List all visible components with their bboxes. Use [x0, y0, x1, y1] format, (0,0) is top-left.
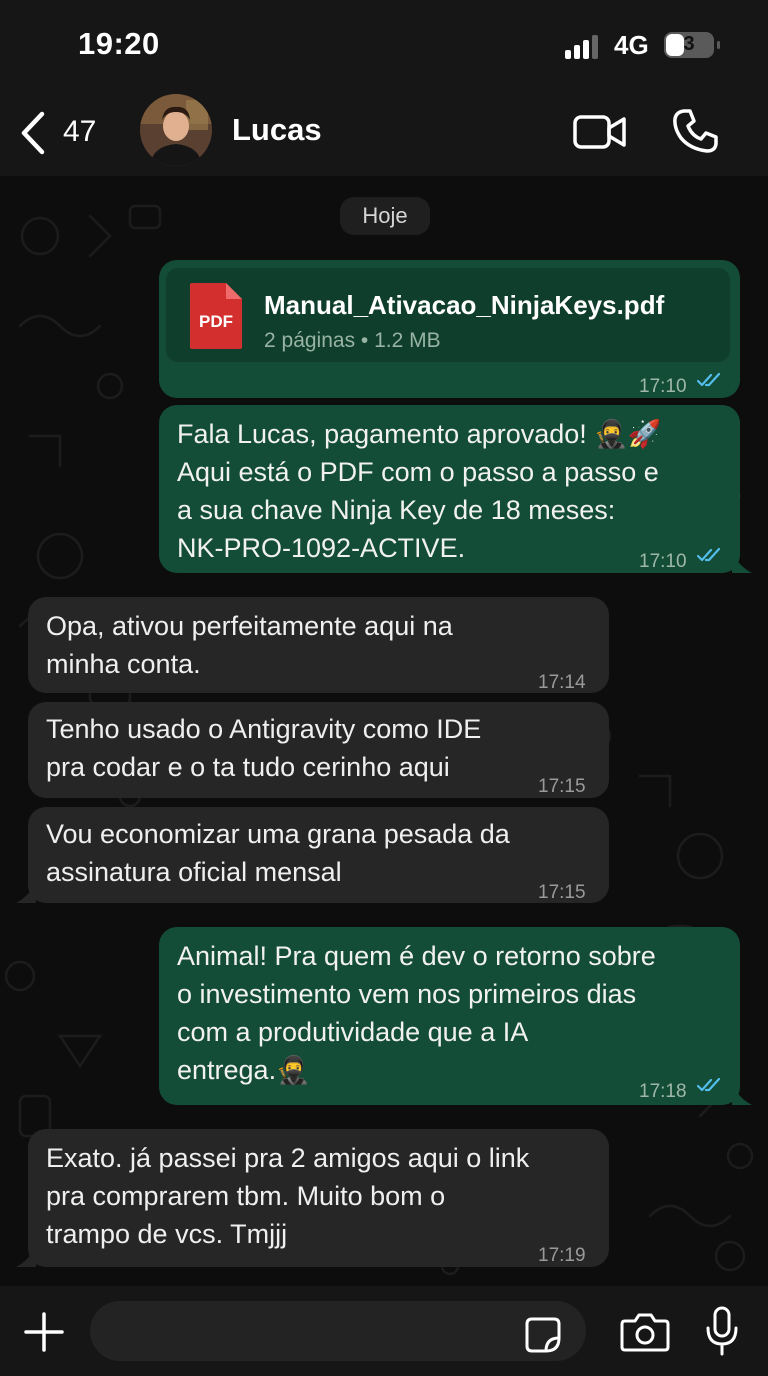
avatar[interactable] [140, 94, 212, 166]
read-receipt-icon [697, 547, 721, 562]
sticker-button[interactable] [524, 1316, 562, 1354]
status-bar: 19:20 4G 3 [0, 0, 768, 90]
camera-icon [620, 1313, 670, 1352]
message-time: 17:19 [538, 1245, 586, 1266]
read-receipt-icon [697, 372, 721, 387]
battery-icon: 3 [664, 32, 720, 58]
unread-count: 47 [63, 115, 97, 148]
bubble-tail [732, 1085, 752, 1105]
pdf-icon-label: PDF [199, 312, 233, 331]
file-name: Manual_Ativacao_NinjaKeys.pdf [264, 290, 665, 320]
sticker-icon [525, 1317, 561, 1353]
message-time: 17:18 [639, 1081, 687, 1102]
message-input[interactable] [90, 1301, 586, 1361]
voice-call-button[interactable] [670, 106, 720, 156]
camera-button[interactable] [620, 1311, 670, 1353]
microphone-icon [706, 1306, 738, 1356]
file-info: 2 páginas • 1.2 MB [264, 329, 441, 352]
signal-icon [565, 33, 603, 59]
message-text: Opa, ativou perfeitamente aqui na minha … [46, 611, 453, 679]
bubble-tail [16, 1247, 36, 1267]
date-chip: Hoje [340, 197, 430, 235]
message-bubble-outgoing[interactable]: Fala Lucas, pagamento aprovado! 🥷🚀 Aqui … [159, 405, 740, 573]
pdf-attachment[interactable]: PDF Manual_Ativacao_NinjaKeys.pdf 2 pági… [166, 268, 730, 362]
message-text: Tenho usado o Antigravity como IDE pra c… [46, 714, 482, 782]
message-text: Fala Lucas, pagamento aprovado! 🥷🚀 Aqui … [177, 419, 662, 563]
read-receipt-icon [697, 1077, 721, 1092]
message-bubble-incoming[interactable]: Vou economizar uma grana pesada da assin… [28, 807, 609, 903]
pdf-file-icon: PDF [190, 283, 242, 349]
back-chevron-icon [21, 111, 45, 155]
bubble-tail [732, 553, 752, 573]
battery-level: 3 [683, 33, 695, 55]
back-button[interactable]: 47 [14, 108, 104, 158]
message-time: 17:10 [639, 551, 687, 572]
message-text: Animal! Pra quem é dev o retorno sobre o… [177, 941, 656, 1085]
contact-name[interactable]: Lucas [232, 112, 322, 148]
message-time: 17:10 [639, 376, 687, 397]
plus-icon [24, 1312, 64, 1352]
video-call-icon [573, 115, 626, 149]
message-time: 17:14 [538, 672, 586, 693]
video-call-button[interactable] [572, 110, 628, 154]
network-type: 4G [614, 30, 649, 60]
chat-screen: 19:20 4G 3 47 Lucas Hoje PDF Manual_Ativ… [0, 0, 768, 1376]
document-message[interactable]: PDF Manual_Ativacao_NinjaKeys.pdf 2 pági… [159, 260, 740, 398]
phone-icon [673, 109, 718, 153]
message-time: 17:15 [538, 882, 586, 903]
bubble-tail [16, 883, 36, 903]
message-text: Exato. já passei pra 2 amigos aqui o lin… [46, 1143, 530, 1249]
message-bubble-incoming[interactable]: Tenho usado o Antigravity como IDE pra c… [28, 702, 609, 798]
status-time: 19:20 [78, 26, 160, 61]
chat-header: 47 Lucas [0, 90, 768, 176]
microphone-button[interactable] [704, 1306, 740, 1358]
message-time: 17:15 [538, 776, 586, 797]
composer-bar [0, 1286, 768, 1376]
attach-button[interactable] [22, 1310, 66, 1354]
message-text: Vou economizar uma grana pesada da assin… [46, 819, 510, 887]
message-bubble-incoming[interactable]: Opa, ativou perfeitamente aqui na minha … [28, 597, 609, 693]
message-bubble-incoming[interactable]: Exato. já passei pra 2 amigos aqui o lin… [28, 1129, 609, 1267]
message-list[interactable]: Hoje PDF Manual_Ativacao_NinjaKeys.pdf 2… [0, 176, 768, 1286]
message-bubble-outgoing[interactable]: Animal! Pra quem é dev o retorno sobre o… [159, 927, 740, 1105]
